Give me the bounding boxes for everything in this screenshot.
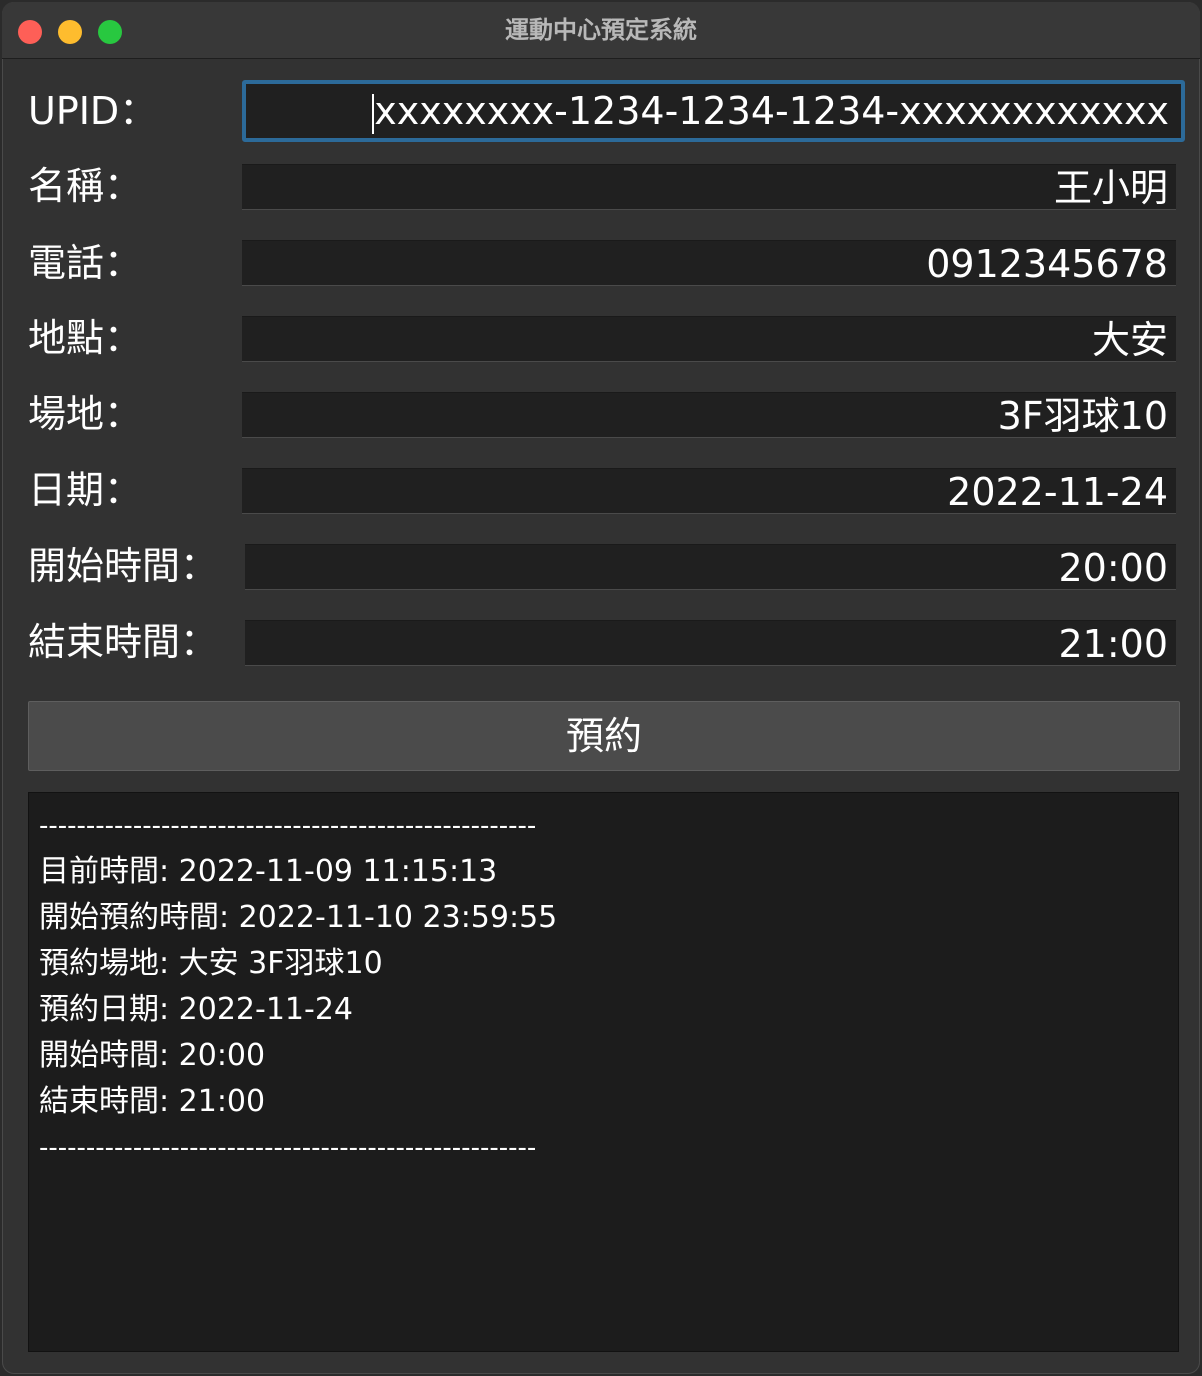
end-time-input[interactable]: 21:00 (245, 620, 1176, 666)
upid-input[interactable]: xxxxxxxx-1234-1234-1234-xxxxxxxxxxxx (242, 80, 1185, 142)
log-booking-court: 預約場地: 大安 3F羽球10 (39, 946, 383, 981)
log-booking-date: 預約日期: 2022-11-24 (39, 992, 353, 1027)
date-label: 日期： (28, 468, 143, 512)
log-current-time: 目前時間: 2022-11-09 11:15:13 (39, 854, 498, 889)
start-time-input[interactable]: 20:00 (245, 544, 1176, 590)
output-log[interactable]: ----------------------------------------… (28, 792, 1179, 1352)
phone-input[interactable]: 0912345678 (242, 240, 1176, 286)
name-label: 名稱： (28, 164, 143, 208)
end-time-label: 結束時間： (28, 620, 219, 664)
app-window: 運動中心預定系統 UPID： xxxxxxxx-1234-1234-1234-x… (2, 2, 1200, 1374)
date-input[interactable]: 2022-11-24 (242, 468, 1176, 514)
upid-value: xxxxxxxx-1234-1234-1234-xxxxxxxxxxxx (374, 89, 1169, 133)
location-input[interactable]: 大安 (242, 316, 1176, 362)
log-separator-bottom: ----------------------------------------… (39, 1133, 537, 1163)
reserve-button[interactable]: 預約 (28, 701, 1180, 771)
log-end-time: 結束時間: 21:00 (39, 1084, 266, 1119)
log-start-time: 開始時間: 20:00 (39, 1038, 266, 1073)
start-time-label: 開始時間： (28, 544, 219, 588)
location-label: 地點： (28, 316, 143, 360)
log-booking-open-time: 開始預約時間: 2022-11-10 23:59:55 (39, 900, 558, 935)
court-label: 場地： (28, 392, 143, 436)
log-separator-top: ----------------------------------------… (39, 811, 537, 841)
upid-label: UPID： (28, 89, 158, 133)
name-input[interactable]: 王小明 (242, 164, 1176, 210)
title-bar: 運動中心預定系統 (2, 2, 1200, 59)
phone-label: 電話： (28, 241, 143, 285)
court-input[interactable]: 3F羽球10 (242, 392, 1176, 438)
window-title: 運動中心預定系統 (505, 16, 697, 44)
